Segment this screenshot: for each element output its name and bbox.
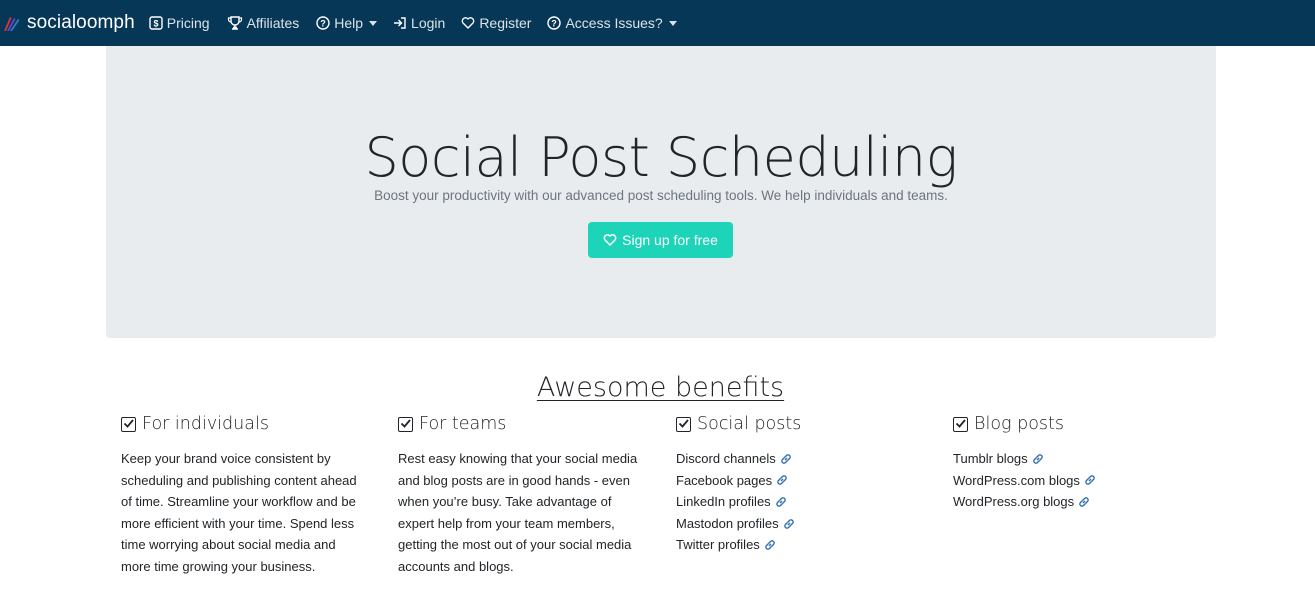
blog-link-tumblr[interactable]: Tumblr blogs (953, 448, 1203, 470)
svg-text:?: ? (321, 18, 327, 28)
social-link-linkedin[interactable]: LinkedIn profiles (676, 491, 926, 513)
link-icon (779, 452, 793, 466)
svg-text:?: ? (552, 18, 558, 28)
link-icon (782, 517, 796, 531)
benefit-blog-posts: Blog posts Tumblr blogs WordPress.com bl… (953, 413, 1203, 513)
link-label: LinkedIn profiles (676, 494, 771, 510)
social-link-discord[interactable]: Discord channels (676, 448, 926, 470)
nav-help-dropdown[interactable]: ? Help (316, 15, 378, 31)
benefit-individuals: For individuals Keep your brand voice co… (121, 413, 367, 578)
social-link-mastodon[interactable]: Mastodon profiles (676, 513, 926, 535)
benefit-heading: Social posts (676, 413, 926, 435)
blog-link-wordpress-org[interactable]: WordPress.org blogs (953, 491, 1203, 513)
nav-menu: $ Pricing Affiliates ? Help Login Regist… (149, 0, 693, 46)
question-circle-icon: ? (316, 16, 330, 30)
link-label: Twitter profiles (676, 537, 760, 553)
nav-affiliates-label: Affiliates (246, 15, 300, 31)
benefit-heading-text: For teams (419, 414, 507, 434)
check-square-icon (398, 416, 413, 432)
link-icon (763, 538, 777, 552)
nav-pricing[interactable]: $ Pricing (149, 15, 210, 31)
brand-logo-icon (4, 17, 20, 31)
svg-text:$: $ (153, 19, 158, 29)
blog-link-wordpress-com[interactable]: WordPress.com blogs (953, 470, 1203, 492)
heart-icon (603, 234, 617, 246)
benefit-teams: For teams Rest easy knowing that your so… (398, 413, 650, 578)
link-icon (1083, 473, 1097, 487)
signup-button-label: Sign up for free (622, 232, 718, 248)
benefit-heading: For individuals (121, 413, 367, 435)
brand-name: socialoomph (27, 12, 135, 33)
nav-help-label: Help (334, 15, 364, 31)
nav-pricing-label: Pricing (166, 15, 210, 31)
benefit-social-posts: Social posts Discord channels Facebook p… (676, 413, 926, 556)
benefits-title: Awesome benefits (536, 372, 785, 403)
nav-access-issues-dropdown[interactable]: ? Access Issues? (547, 15, 677, 31)
social-link-facebook[interactable]: Facebook pages (676, 470, 926, 492)
benefit-heading-text: Blog posts (974, 414, 1065, 434)
trophy-icon (227, 16, 243, 30)
benefit-heading: Blog posts (953, 413, 1203, 435)
nav-access-issues-label: Access Issues? (565, 15, 663, 31)
benefit-text: Keep your brand voice consistent by sche… (121, 451, 357, 574)
dollar-square-icon: $ (149, 16, 163, 30)
check-square-icon (121, 416, 136, 432)
link-label: Tumblr blogs (953, 451, 1028, 466)
signup-button[interactable]: Sign up for free (588, 222, 733, 258)
question-circle-icon: ? (547, 16, 562, 30)
link-icon (1031, 452, 1045, 466)
nav-login-label: Login (411, 15, 446, 31)
heart-icon (461, 16, 475, 30)
nav-affiliates[interactable]: Affiliates (227, 15, 300, 31)
link-icon (774, 495, 788, 509)
blog-links-list: Tumblr blogs WordPress.com blogs WordPre… (953, 448, 1203, 513)
link-label: Mastodon profiles (676, 515, 779, 531)
link-label: WordPress.com blogs (953, 472, 1080, 488)
chevron-down-icon (369, 20, 378, 26)
link-icon (1077, 495, 1091, 509)
benefit-heading: For teams (398, 413, 650, 435)
top-navbar: socialoomph $ Pricing Affiliates ? Help (0, 0, 1315, 46)
social-links-list: Discord channels Facebook pages LinkedIn… (676, 448, 926, 556)
benefit-heading-text: For individuals (142, 414, 269, 434)
link-label: WordPress.org blogs (953, 494, 1075, 510)
brand[interactable]: socialoomph (3, 0, 135, 46)
hero-subtitle: Boost your productivity with our advance… (374, 188, 948, 203)
chevron-down-icon (668, 20, 677, 26)
hero-jumbotron: Social Post Scheduling Boost your produc… (106, 46, 1216, 338)
nav-login[interactable]: Login (393, 15, 445, 31)
nav-register-label: Register (479, 15, 532, 31)
sign-in-icon (393, 16, 407, 30)
link-label: Discord channels (676, 451, 776, 466)
link-icon (775, 473, 789, 487)
nav-register[interactable]: Register (461, 15, 531, 31)
social-link-twitter[interactable]: Twitter profiles (676, 534, 926, 556)
link-label: Facebook pages (676, 472, 773, 488)
benefit-text: Rest easy knowing that your social media… (398, 451, 638, 574)
hero-title: Social Post Scheduling (364, 126, 958, 189)
check-square-icon (676, 416, 691, 432)
check-square-icon (953, 416, 968, 432)
benefit-heading-text: Social posts (697, 414, 802, 434)
